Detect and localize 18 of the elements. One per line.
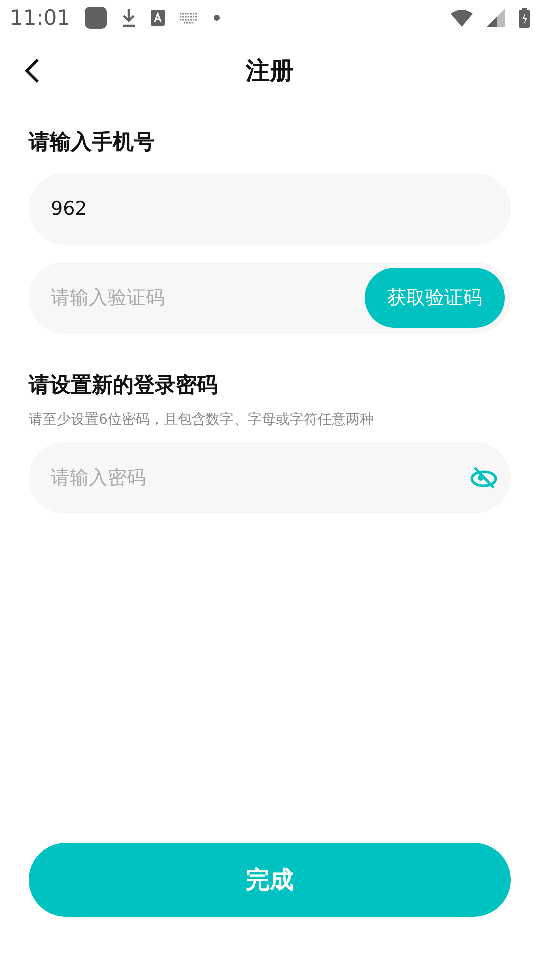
status-time: 11:01 xyxy=(10,6,71,30)
phone-label: 请输入手机号 xyxy=(29,129,156,156)
password-input[interactable]: 请输入密码 xyxy=(29,442,511,514)
page-title: 注册 xyxy=(246,56,294,87)
password-label: 请设置新的登录密码 xyxy=(29,372,219,399)
download-icon xyxy=(120,8,137,28)
submit-button[interactable]: 完成 xyxy=(29,843,511,917)
dot-icon xyxy=(212,14,221,22)
back-icon xyxy=(24,58,40,84)
app-icon xyxy=(84,7,107,29)
font-icon xyxy=(150,10,165,26)
wifi-icon xyxy=(451,9,473,27)
battery-icon xyxy=(519,8,530,28)
get-code-button[interactable]: 获取验证码 xyxy=(365,268,505,328)
password-hint: 请至少设置6位密码，且包含数字、字母或字符任意两种 xyxy=(29,411,375,429)
keyboard-icon xyxy=(178,12,199,24)
phone-input[interactable]: 962 xyxy=(29,173,511,245)
signal-icon xyxy=(487,9,505,27)
